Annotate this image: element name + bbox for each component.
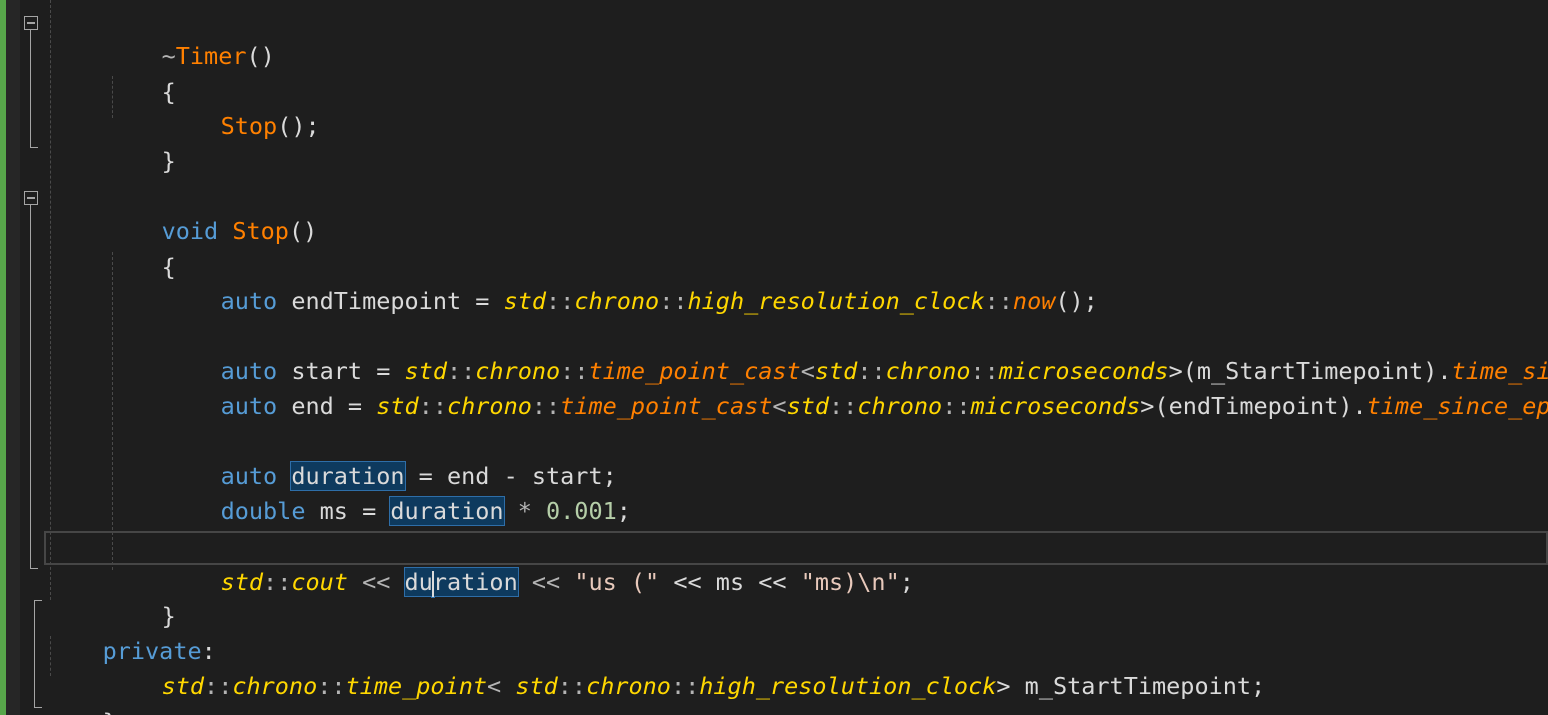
token: ::	[557, 672, 587, 700]
token: << ms <<	[659, 568, 801, 596]
token: <<	[347, 568, 405, 596]
code-line[interactable]: Stop();	[164, 75, 320, 140]
token: ::	[317, 672, 346, 700]
indent-guide	[50, 0, 51, 600]
token: ();	[1055, 287, 1098, 315]
token: ration	[432, 568, 518, 596]
code-line[interactable]: }	[105, 110, 176, 175]
token: end =	[277, 392, 377, 420]
collapse-icon[interactable]	[24, 191, 38, 205]
token: ::	[942, 392, 971, 420]
token: *	[503, 497, 547, 525]
token: high_resolution_clock	[687, 287, 985, 315]
code-line[interactable]: std::chrono::time_point< std::chrono::hi…	[105, 635, 1266, 700]
token: ::	[263, 568, 292, 596]
token: ::	[659, 287, 688, 315]
token: microseconds	[970, 392, 1141, 420]
token: ::	[531, 392, 561, 420]
fold-region-line	[30, 30, 31, 148]
collapse-icon[interactable]	[24, 16, 38, 30]
reference-highlight[interactable]: duration	[403, 567, 519, 597]
token: ms =	[305, 497, 391, 525]
code-line[interactable]: private:	[46, 600, 216, 665]
fold-region-line	[30, 205, 31, 569]
token: ::	[418, 392, 447, 420]
token: }	[161, 147, 176, 175]
code-line[interactable]: std::cout << duration << "us (" << ms <<…	[164, 531, 914, 597]
token: ::	[829, 392, 858, 420]
token: 0.001	[546, 497, 617, 525]
token: du	[404, 568, 433, 596]
token: auto	[220, 287, 278, 315]
code-line[interactable]: auto start = std::chrono::time_point_cas…	[164, 320, 1548, 385]
token: };	[103, 708, 131, 715]
token: "ms)\n"	[800, 568, 900, 596]
token: Timer	[175, 42, 247, 70]
reference-highlight[interactable]: duration	[389, 496, 505, 526]
token: chrono	[232, 672, 318, 700]
token: time_point	[345, 672, 488, 700]
token: time_since_ep	[1366, 392, 1548, 420]
token: now	[1012, 287, 1056, 315]
token: double	[220, 497, 306, 525]
token: endTimepoint =	[277, 287, 504, 315]
fold-region-end	[30, 568, 38, 569]
token: time_point_cast	[560, 392, 773, 420]
token: > m_StartTimepoint;	[996, 672, 1266, 700]
token: >(endTimepoint).	[1140, 392, 1367, 420]
token: chrono	[586, 672, 671, 700]
code-line[interactable]: auto duration = end - start;	[164, 425, 617, 491]
code-line[interactable]: auto endTimepoint = std::chrono::high_re…	[164, 250, 1098, 315]
token: ;	[899, 568, 914, 596]
token: ()	[246, 42, 275, 70]
token: <<	[517, 568, 575, 596]
token: <	[772, 392, 787, 420]
fold-region-end	[30, 147, 38, 148]
token: "us ("	[574, 568, 660, 596]
token: chrono	[446, 392, 532, 420]
token: ::	[670, 672, 700, 700]
code-line[interactable]: double ms = duration * 0.001;	[164, 460, 631, 526]
token: std	[515, 672, 558, 700]
code-line[interactable]: };	[46, 671, 131, 715]
class-scope-tick	[34, 600, 42, 601]
token: Stop	[232, 217, 289, 245]
token: auto	[220, 392, 278, 420]
token: <	[487, 672, 516, 700]
code-line[interactable]: void Stop()	[105, 180, 318, 245]
class-scope-tick	[34, 707, 42, 708]
token: ();	[277, 112, 320, 140]
code-line[interactable]: {	[105, 41, 176, 106]
code-editor[interactable]: ~Timer() { Stop(); } void Stop() { auto …	[0, 0, 1548, 715]
token: ::	[984, 287, 1013, 315]
token: std	[786, 392, 830, 420]
token: cout	[291, 568, 348, 596]
token: ::	[204, 672, 233, 700]
gutter	[6, 0, 20, 715]
code-line[interactable]: {	[105, 216, 176, 281]
token: std	[503, 287, 547, 315]
code-line[interactable]: }	[105, 565, 176, 630]
token: std	[220, 568, 264, 596]
token: chrono	[857, 392, 943, 420]
class-scope-line	[34, 600, 35, 708]
code-line[interactable]: ~Timer()	[105, 5, 275, 70]
token: ;	[616, 497, 631, 525]
token: chrono	[574, 287, 660, 315]
token: Stop	[220, 112, 278, 140]
token: ::	[546, 287, 575, 315]
token: std	[376, 392, 419, 420]
code-line[interactable]: auto end = std::chrono::time_point_cast<…	[164, 355, 1548, 420]
token: high_resolution_clock	[699, 672, 997, 700]
token: std	[161, 672, 205, 700]
token: ()	[288, 217, 318, 245]
